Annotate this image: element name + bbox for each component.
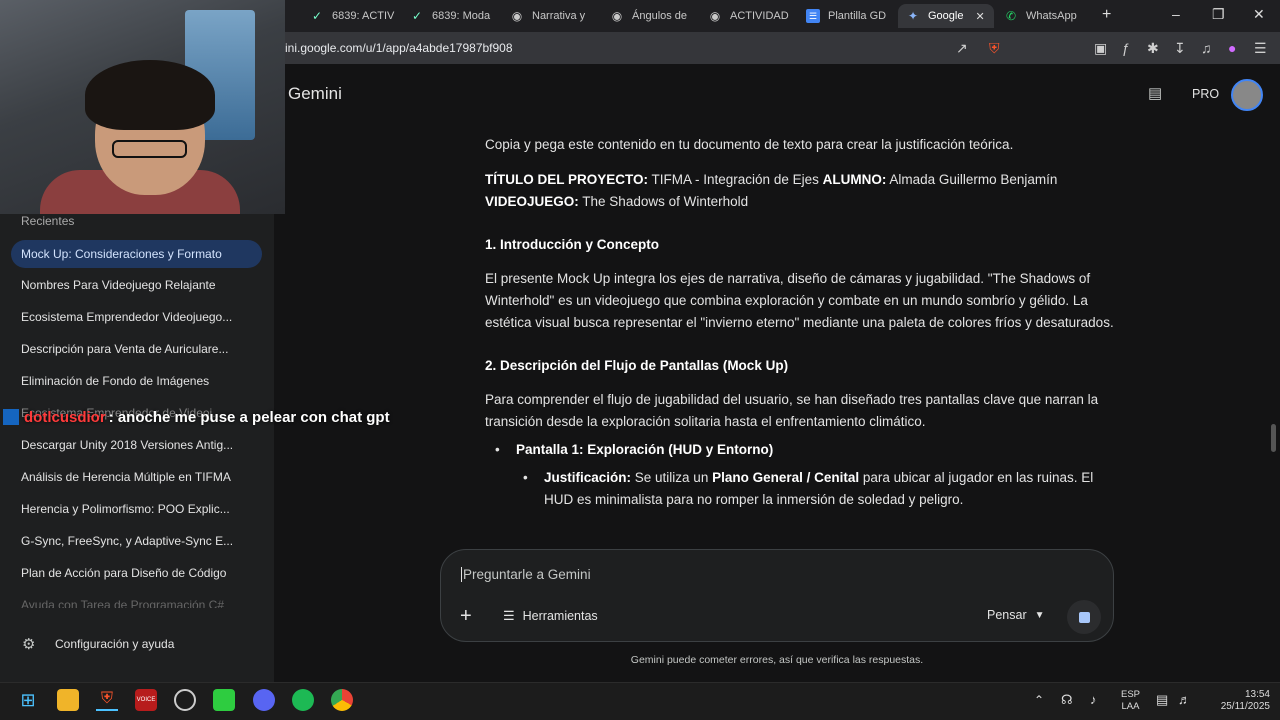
stop-icon — [1078, 611, 1090, 623]
tab-6839-activ[interactable]: ✓ 6839: ACTIV — [310, 4, 405, 28]
spotify-icon[interactable] — [292, 689, 314, 711]
chat-item[interactable]: Eliminación de Fondo de Imágenes — [21, 374, 261, 388]
brave-browser-icon[interactable]: ⛨ — [96, 689, 118, 711]
avatar[interactable] — [1231, 79, 1263, 111]
webcam-person-hair — [85, 60, 215, 130]
tab-6839-moda[interactable]: ✓ 6839: Moda — [410, 4, 505, 28]
extension-icon-2[interactable]: ƒ — [1122, 40, 1130, 56]
mode-selector[interactable]: Pensar ▼ — [987, 608, 1045, 622]
task-icon: ✓ — [411, 9, 423, 23]
file-explorer-icon[interactable] — [57, 689, 79, 711]
brave-shield-icon[interactable]: ⛨ — [989, 40, 1000, 57]
chat-item[interactable]: Descripción para Venta de Auriculare... — [21, 342, 261, 356]
kick-icon[interactable] — [213, 689, 235, 711]
bullet-dot: • — [523, 470, 528, 485]
disclaimer-text: Gemini puede cometer errores, así que ve… — [630, 654, 924, 666]
twitch-icon — [3, 409, 19, 425]
obs-icon[interactable] — [174, 689, 196, 711]
tab-plantilla[interactable]: ☰ Plantilla GD — [806, 4, 898, 28]
add-attachment-button[interactable]: + — [460, 605, 472, 628]
chat-item[interactable]: Herencia y Polimorfismo: POO Explic... — [21, 502, 261, 516]
project-info: TÍTULO DEL PROYECTO: TIFMA - Integración… — [485, 172, 1058, 209]
chat-item[interactable]: Ecosistema Emprendedor Videojuego... — [21, 310, 261, 324]
pro-badge[interactable]: PRO — [1192, 87, 1219, 101]
section-heading-1: 1. Introducción y Concepto — [485, 237, 660, 252]
gemini-header — [274, 64, 1280, 124]
leo-ai-icon[interactable]: ● — [1228, 40, 1236, 56]
prompt-input[interactable]: Preguntarle a Gemini — [461, 567, 591, 582]
download-icon[interactable]: ↧ — [1174, 40, 1186, 57]
chat-item[interactable]: Ayuda con Tarea de Programación C# — [21, 598, 261, 608]
chat-item[interactable]: Análisis de Herencia Múltiple en TIFMA — [21, 470, 261, 484]
task-icon: ✓ — [311, 9, 323, 23]
language-indicator[interactable]: ESP LAA — [1121, 689, 1140, 713]
voicemeeter-icon[interactable]: VOICE — [135, 689, 157, 711]
section-heading-2: 2. Descripción del Flujo de Pantallas (M… — [485, 358, 789, 373]
webcam-overlay — [0, 0, 285, 214]
minimize-button[interactable]: – — [1172, 6, 1180, 22]
gear-icon: ⚙ — [22, 636, 36, 653]
app-title[interactable]: Gemini — [288, 84, 342, 104]
content-fade — [440, 534, 1114, 549]
bullet-item: • Pantalla 1: Exploración (HUD y Entorno) — [495, 439, 1125, 461]
discord-icon[interactable] — [253, 689, 275, 711]
docs-icon: ☰ — [806, 9, 820, 23]
new-tab-button[interactable]: + — [1102, 6, 1111, 24]
windows-start-icon[interactable]: ⊞ — [17, 689, 39, 711]
tools-icon: ☰ — [503, 608, 515, 623]
scrollbar-thumb[interactable] — [1271, 424, 1276, 452]
tab-narrativa[interactable]: ◉ Narrativa y — [510, 4, 605, 28]
tools-button[interactable]: ☰ Herramientas — [503, 608, 598, 624]
recent-label: Recientes — [21, 214, 75, 228]
menu-icon[interactable]: ☰ — [1254, 40, 1267, 57]
chat-item[interactable]: Mock Up: Consideraciones y Formato — [11, 240, 262, 268]
tab-google-gemini[interactable]: ✦ Google ✕ — [898, 4, 994, 28]
prompt-composer: Preguntarle a Gemini + ☰ Herramientas Pe… — [440, 549, 1114, 642]
extension-icon-1[interactable]: ▣ — [1094, 40, 1107, 57]
paragraph-2: Para comprender el flujo de jugabilidad … — [485, 392, 1099, 429]
close-window-button[interactable]: ✕ — [1253, 6, 1265, 23]
tray-overflow-icon[interactable]: ⌃ — [1034, 693, 1044, 707]
chat-item[interactable]: Plan de Acción para Diseño de Código — [21, 566, 261, 580]
chat-username: dotlcusdior — [24, 408, 106, 426]
share-icon[interactable]: ↗ — [956, 40, 968, 57]
chat-message: : anoche me puse a pelear con chat gpt — [108, 408, 390, 426]
network-icon[interactable]: ▤ — [1156, 692, 1168, 708]
microphone-icon[interactable]: ♪ — [1090, 692, 1097, 707]
settings-help-button[interactable]: ⚙ Configuración y ayuda — [22, 635, 174, 653]
chrome-icon[interactable] — [331, 689, 353, 711]
settings-label: Configuración y ayuda — [55, 637, 175, 651]
stream-chat-overlay: dotlcusdior : anoche me puse a pelear co… — [0, 407, 390, 427]
temporary-chat-icon[interactable]: ▤ — [1148, 84, 1162, 102]
sub-bullet-item: • Justificación: Se utiliza un Plano Gen… — [523, 467, 1125, 511]
extensions-puzzle-icon[interactable]: ✱ — [1147, 40, 1159, 57]
webcam-person-glasses — [112, 140, 187, 158]
stop-button[interactable] — [1067, 600, 1101, 634]
tab-angulos[interactable]: ◉ Ángulos de — [610, 4, 705, 28]
restore-button[interactable]: ❐ — [1212, 6, 1225, 23]
url-text[interactable]: ini.google.com/u/1/app/a4abde17987bf908 — [285, 41, 513, 55]
chat-item[interactable]: Descargar Unity 2018 Versiones Antig... — [21, 438, 261, 452]
response-content: Copia y pega este contenido en tu docume… — [485, 130, 1125, 511]
media-icon[interactable]: ♫ — [1201, 40, 1212, 56]
chat-item[interactable]: G-Sync, FreeSync, y Adaptive-Sync E... — [21, 534, 261, 548]
volume-icon[interactable]: ♬ — [1178, 692, 1191, 707]
chevron-down-icon: ▼ — [1034, 609, 1045, 621]
globe-icon: ◉ — [511, 9, 523, 23]
tab-actividad[interactable]: ◉ ACTIVIDAD — [708, 4, 803, 28]
bullet-dot: • — [495, 442, 500, 457]
paragraph-1: El presente Mock Up integra los ejes de … — [485, 271, 1114, 330]
headset-icon[interactable]: ☊ — [1061, 692, 1073, 708]
chat-item[interactable]: Nombres Para Videojuego Relajante — [21, 278, 261, 292]
globe-icon: ◉ — [611, 9, 623, 23]
close-tab-icon[interactable]: ✕ — [975, 10, 984, 23]
clock[interactable]: 13:54 25/11/2025 — [1200, 689, 1270, 713]
gemini-icon: ✦ — [907, 9, 919, 23]
globe-icon: ◉ — [709, 9, 721, 23]
intro-text: Copia y pega este contenido en tu docume… — [485, 137, 1014, 152]
whatsapp-icon: ✆ — [1005, 9, 1017, 23]
tab-whatsapp[interactable]: ✆ WhatsApp — [1004, 4, 1094, 28]
